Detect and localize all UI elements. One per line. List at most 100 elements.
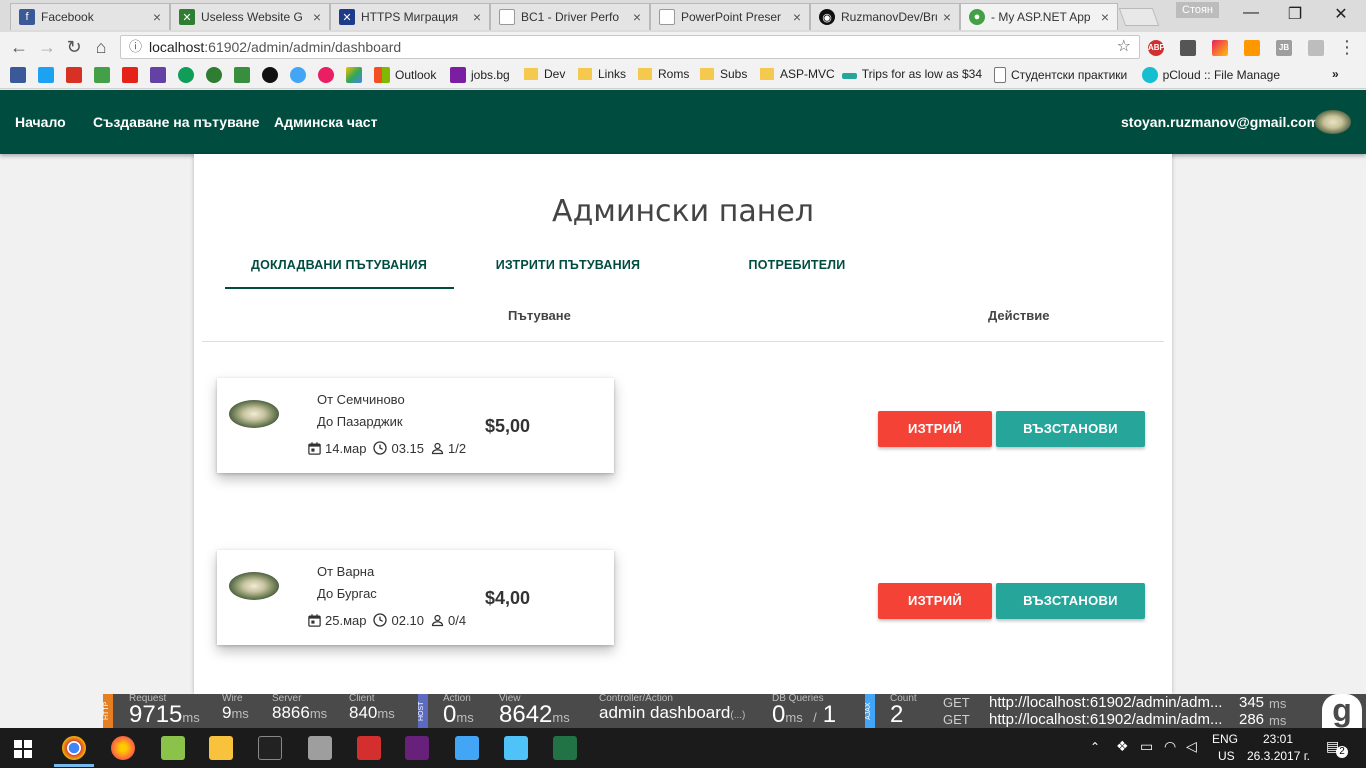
bookmark-github[interactable] bbox=[262, 67, 283, 83]
bookmark-trips[interactable]: Trips for as low as $34 bbox=[842, 67, 982, 81]
browser-tab[interactable]: ◉ RuzmanovDev/Bru × bbox=[810, 3, 960, 30]
home-icon[interactable]: ⌂ bbox=[90, 37, 112, 58]
eyedropper-icon[interactable] bbox=[1180, 40, 1196, 56]
color-extension-icon[interactable] bbox=[1212, 40, 1228, 56]
bookmark-twitch[interactable] bbox=[150, 67, 171, 83]
tools-extension-icon[interactable] bbox=[1244, 40, 1260, 56]
tab-users[interactable]: ПОТРЕБИТЕЛИ bbox=[682, 258, 912, 272]
browser-tab[interactable]: ✕ Useless Website G × bbox=[170, 3, 330, 30]
user-email-link[interactable]: stoyan.ruzmanov@gmail.com bbox=[1121, 114, 1319, 130]
flash-icon[interactable] bbox=[357, 736, 381, 760]
close-icon[interactable]: × bbox=[473, 9, 481, 25]
bookmark-folder[interactable]: Roms bbox=[638, 67, 689, 81]
browser-tab[interactable]: BC1 - Driver Perfo × bbox=[490, 3, 650, 30]
close-icon[interactable]: × bbox=[943, 9, 951, 25]
nav-admin-link[interactable]: Админска част bbox=[274, 114, 377, 130]
avatar[interactable] bbox=[1315, 110, 1351, 134]
chevron-up-icon[interactable]: ⌃ bbox=[1090, 740, 1100, 754]
ajax-url[interactable]: http://localhost:61902/admin/adm... bbox=[989, 694, 1222, 711]
clock-time[interactable]: 23:01 bbox=[1263, 732, 1293, 746]
battery-icon[interactable]: ▭ bbox=[1140, 738, 1153, 755]
windows-start-icon[interactable] bbox=[14, 740, 32, 758]
bookmark-twitter[interactable] bbox=[38, 67, 59, 83]
bookmark-folder[interactable]: ASP-MVC bbox=[760, 67, 835, 81]
url-path: :61902/admin/admin/dashboard bbox=[204, 39, 402, 55]
browser-tab-active[interactable]: ● - My ASP.NET App × bbox=[960, 3, 1118, 30]
g-icon bbox=[178, 67, 194, 83]
bookmark-outlook[interactable]: Outlook bbox=[374, 67, 436, 83]
network-app-icon[interactable] bbox=[504, 736, 528, 760]
bookmark-jobs[interactable]: jobs.bg bbox=[450, 67, 510, 83]
bookmark-star-icon[interactable]: ☆ bbox=[1117, 36, 1131, 58]
ajax-url[interactable]: http://localhost:61902/admin/adm... bbox=[989, 711, 1222, 728]
bookmark-home[interactable] bbox=[94, 67, 115, 83]
bookmark-refresh[interactable] bbox=[206, 67, 227, 83]
nav-create-trip-link[interactable]: Създаване на пътуване bbox=[93, 114, 260, 130]
info-icon[interactable]: ⓘ bbox=[129, 36, 142, 58]
bookmark-folder[interactable]: Links bbox=[578, 67, 626, 81]
bookmark-pcloud[interactable]: pCloud :: File Manage bbox=[1142, 67, 1280, 83]
nav-home-link[interactable]: Начало bbox=[15, 114, 66, 130]
minimize-icon[interactable]: — bbox=[1228, 4, 1274, 22]
bookmark-folder[interactable]: Subs bbox=[700, 67, 747, 81]
browser-tab[interactable]: PowerPoint Preser × bbox=[650, 3, 810, 30]
url-input[interactable]: ⓘ localhost:61902/admin/admin/dashboard … bbox=[120, 35, 1140, 59]
forward-icon[interactable]: → bbox=[36, 37, 58, 58]
tab-deleted-trips[interactable]: ИЗТРИТИ ПЪТУВАНИЯ bbox=[453, 258, 683, 272]
profile-button[interactable]: Стоян bbox=[1176, 2, 1220, 18]
close-icon[interactable]: × bbox=[153, 9, 161, 25]
restore-icon[interactable]: ❐ bbox=[1272, 4, 1318, 24]
spreadsheet-icon[interactable] bbox=[161, 736, 185, 760]
jb-extension-icon[interactable]: JB bbox=[1276, 40, 1292, 56]
document-icon bbox=[499, 9, 515, 25]
volume-icon[interactable]: ◁ bbox=[1186, 738, 1197, 755]
terminal-icon[interactable] bbox=[258, 736, 282, 760]
more-bookmarks-icon[interactable]: » bbox=[1332, 67, 1339, 81]
trip-card[interactable]: От Варна До Бургас $4,00 25.мар 02.10 0/… bbox=[217, 550, 614, 645]
browser-tab[interactable]: ✕ HTTPS Миграция × bbox=[330, 3, 490, 30]
visual-studio-icon[interactable] bbox=[405, 736, 429, 760]
delete-button[interactable]: ИЗТРИЙ bbox=[878, 583, 992, 619]
bookmark-g[interactable] bbox=[178, 67, 199, 83]
chrome-icon[interactable] bbox=[62, 736, 86, 760]
close-icon[interactable]: × bbox=[633, 9, 641, 25]
close-icon[interactable]: × bbox=[1101, 9, 1109, 25]
excel-icon[interactable] bbox=[553, 736, 577, 760]
reload-icon[interactable]: ↻ bbox=[63, 37, 85, 58]
new-tab-button[interactable] bbox=[1118, 8, 1160, 26]
close-window-icon[interactable]: ✕ bbox=[1318, 4, 1364, 24]
bookmark-music[interactable] bbox=[318, 67, 339, 83]
back-icon[interactable]: ← bbox=[8, 37, 30, 58]
bookmark-drop[interactable] bbox=[290, 67, 311, 83]
menu-icon[interactable]: ⋮ bbox=[1336, 37, 1358, 58]
trip-card[interactable]: От Семчиново До Пазарджик $5,00 14.мар 0… bbox=[217, 378, 614, 473]
glimpse-bar[interactable]: HTTP Request 9715ms Wire 9ms Server 8866… bbox=[103, 694, 1366, 728]
wifi-icon[interactable]: ◠ bbox=[1164, 738, 1176, 755]
region-code[interactable]: US bbox=[1218, 749, 1235, 763]
bookmark-arrow[interactable] bbox=[234, 67, 255, 83]
delete-button[interactable]: ИЗТРИЙ bbox=[878, 411, 992, 447]
restore-button[interactable]: ВЪЗСТАНОВИ bbox=[996, 411, 1145, 447]
firefox-icon[interactable] bbox=[111, 736, 135, 760]
glimpse-logo-icon[interactable]: g bbox=[1322, 694, 1362, 728]
bookmark-gmail[interactable] bbox=[66, 67, 87, 83]
bookmark-folder[interactable]: Dev bbox=[524, 67, 565, 81]
tools-icon[interactable] bbox=[308, 736, 332, 760]
tab-reported-trips[interactable]: ДОКЛАДВАНИ ПЪТУВАНИЯ bbox=[224, 258, 454, 272]
extension-icon[interactable] bbox=[1308, 40, 1324, 56]
browser-tab[interactable]: f Facebook × bbox=[10, 3, 170, 30]
file-explorer-icon[interactable] bbox=[209, 736, 233, 760]
close-icon[interactable]: × bbox=[793, 9, 801, 25]
language-code[interactable]: ENG bbox=[1212, 732, 1238, 746]
bookmark-drive[interactable] bbox=[346, 67, 367, 83]
trip-price: $5,00 bbox=[485, 416, 531, 436]
clock-date[interactable]: 26.3.2017 г. bbox=[1247, 749, 1310, 763]
app-icon[interactable] bbox=[455, 736, 479, 760]
bookmark-facebook[interactable] bbox=[10, 67, 31, 83]
adblock-icon[interactable]: ABP bbox=[1148, 40, 1165, 56]
close-icon[interactable]: × bbox=[313, 9, 321, 25]
bookmark-page[interactable]: Студентски практики bbox=[994, 67, 1130, 83]
dropbox-icon[interactable]: ❖ bbox=[1116, 738, 1129, 755]
restore-button[interactable]: ВЪЗСТАНОВИ bbox=[996, 583, 1145, 619]
bookmark-youtube[interactable] bbox=[122, 67, 143, 83]
